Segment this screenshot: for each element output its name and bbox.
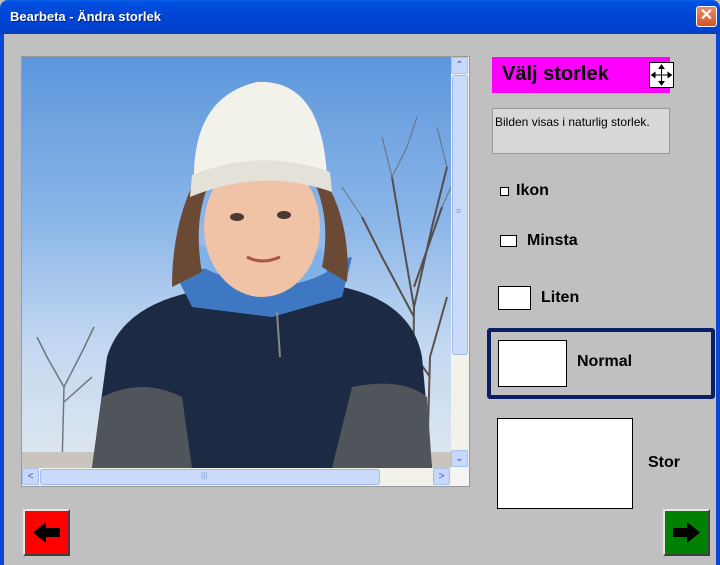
size-preview-stor — [497, 418, 633, 509]
size-preview-ikon — [500, 187, 509, 196]
scroll-left-button[interactable]: < — [22, 468, 39, 485]
scroll-right-button[interactable]: > — [433, 468, 450, 485]
scroll-down-button[interactable]: ⌄ — [451, 450, 468, 467]
title-bar: Bearbeta - Ändra storlek ✕ — [0, 0, 720, 34]
option-label: Minsta — [527, 232, 578, 249]
size-preview-normal — [498, 340, 567, 387]
option-label: Stor — [648, 454, 680, 471]
window-frame-left — [0, 34, 4, 565]
window-frame-right — [716, 34, 720, 565]
chevron-right-icon: > — [438, 471, 445, 482]
size-preview-liten — [498, 286, 531, 310]
option-label: Ikon — [516, 182, 549, 199]
info-box: Bilden visas i naturlig storlek. — [492, 108, 670, 154]
vertical-scrollbar[interactable]: ⌃ ≡ ⌄ — [451, 57, 469, 468]
back-button[interactable] — [23, 509, 70, 556]
horizontal-scroll-thumb[interactable]: ||| — [40, 469, 380, 485]
option-label: Normal — [577, 353, 633, 370]
close-icon: ✕ — [699, 7, 714, 24]
vertical-scroll-thumb[interactable]: ≡ — [452, 75, 468, 355]
size-heading: Välj storlek — [492, 57, 674, 93]
forward-button[interactable] — [663, 509, 710, 556]
photo — [22, 57, 451, 468]
image-viewer: ⌃ ≡ ⌄ < ||| > — [21, 56, 470, 487]
grip-icon: ≡ — [456, 206, 462, 216]
size-preview-minsta — [500, 235, 517, 247]
photo-image — [22, 81, 451, 468]
window-title: Bearbeta - Ändra storlek — [10, 9, 161, 24]
info-text: Bilden visas i naturlig storlek. — [495, 115, 650, 129]
right-arrow-icon — [673, 522, 700, 543]
chevron-down-icon: ⌄ — [455, 453, 464, 464]
close-button[interactable]: ✕ — [696, 6, 717, 27]
chevron-left-icon: < — [27, 471, 34, 482]
grip-icon: ||| — [201, 471, 208, 480]
option-label: Liten — [541, 289, 580, 306]
move-icon — [649, 62, 674, 88]
chevron-up-icon: ⌃ — [455, 60, 464, 71]
left-arrow-icon — [33, 522, 60, 543]
scroll-up-button[interactable]: ⌃ — [451, 57, 468, 74]
horizontal-scrollbar[interactable]: < ||| > — [22, 468, 451, 486]
heading-label: Välj storlek — [502, 63, 609, 85]
